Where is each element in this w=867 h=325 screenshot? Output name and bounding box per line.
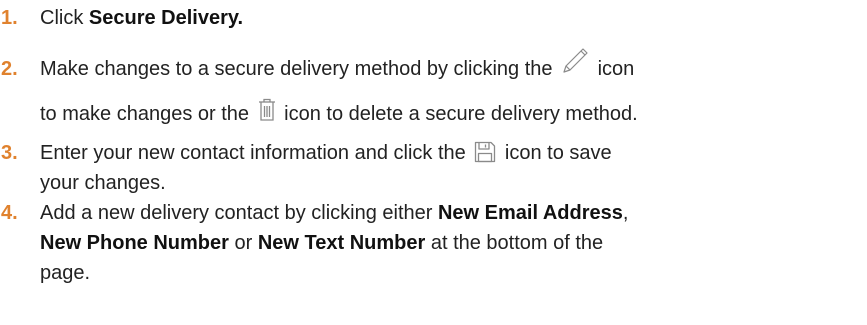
step-text-plain: icon to delete a secure delivery method. — [278, 103, 638, 125]
trash-icon — [258, 98, 276, 122]
step-text-plain: Enter your new contact information and c… — [40, 142, 472, 164]
step-number: 3. — [1, 142, 18, 164]
step-text-bold: New Text Number — [257, 232, 426, 254]
step-text: Add a new delivery contact by clicking e… — [40, 198, 865, 288]
step-text-plain: icon to save — [499, 142, 612, 164]
step-text-plain: Click — [40, 7, 89, 29]
step-text-plain: page. — [40, 262, 91, 284]
floppy-disk-icon — [474, 141, 496, 163]
step-text-plain: Add a new delivery contact by clicking e… — [40, 202, 438, 224]
step-text-plain: to make changes or the — [40, 103, 255, 125]
pencil-icon — [558, 44, 592, 78]
step-text-bold: Secure Delivery. — [88, 7, 244, 29]
step-text-plain: Make changes to a secure delivery method… — [40, 58, 559, 80]
step-number: 2. — [1, 58, 18, 80]
step-text: Click Secure Delivery. — [40, 2, 865, 34]
step-number: 1. — [1, 7, 18, 29]
step-number: 4. — [1, 202, 18, 224]
step-text-plain: icon — [592, 58, 635, 80]
step-text-bold: New Email Address — [437, 202, 623, 224]
step-text-plain: or — [228, 232, 258, 254]
step-text-plain: , — [622, 202, 629, 224]
step-text: Make changes to a secure delivery method… — [40, 44, 865, 134]
step-text-bold: New Phone Number — [40, 232, 229, 254]
step-text-plain: your changes. — [40, 172, 166, 194]
step-text: Enter your new contact information and c… — [40, 138, 865, 198]
step-text-plain: at the bottom of the — [425, 232, 604, 254]
